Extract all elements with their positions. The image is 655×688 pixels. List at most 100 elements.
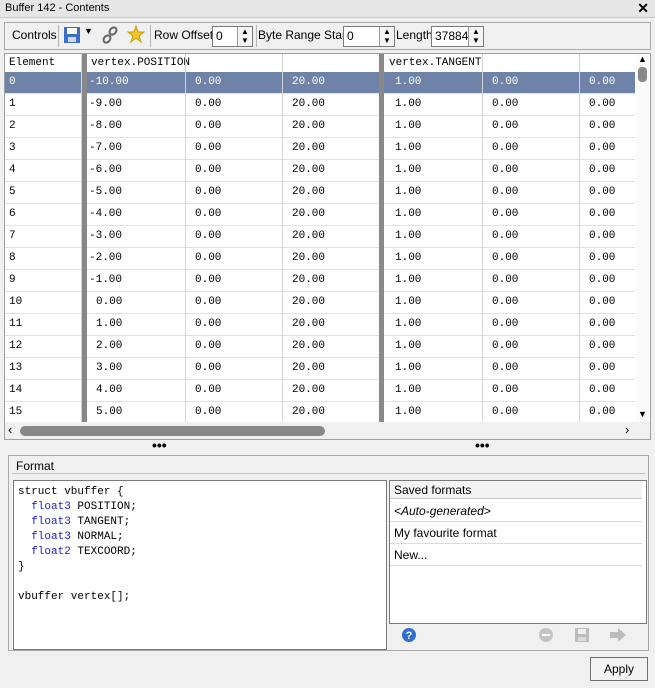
code-field-type: float2 [31,546,71,558]
code-field-type: float3 [31,531,71,543]
table-cell: 0.00 [492,142,519,154]
table-row[interactable]: 3 -7.00 0.00 20.00 1.00 0.00 0.00 [5,138,635,160]
saved-item-new[interactable]: New... [390,544,642,566]
vertical-scrollbar[interactable]: ▲ ▼ [636,54,650,422]
svg-text:?: ? [406,630,413,642]
buffer-grid[interactable]: Element vertex.POSITION vertex.TANGENT 0… [4,53,651,440]
table-cell: 0.00 [589,362,616,374]
table-cell: 1.00 [395,98,422,110]
help-icon[interactable]: ? [401,627,417,646]
length-input[interactable]: 37884 ▲ ▼ [431,26,484,47]
format-title-divider [12,473,645,474]
row-offset-value: 0 [216,29,223,43]
column-header-element[interactable]: Element [9,54,55,72]
saved-item-favourite[interactable]: My favourite format [390,522,642,544]
table-cell: 1.00 [395,296,422,308]
table-cell: 2 [9,120,16,132]
toolbar-separator [150,25,151,47]
byte-range-start-input[interactable]: 0 ▲ ▼ [343,26,395,47]
table-row[interactable]: 1 -9.00 0.00 20.00 1.00 0.00 0.00 [5,94,635,116]
close-icon[interactable]: ✕ [637,0,649,16]
scroll-left-icon[interactable]: ‹ [8,422,12,438]
column-group-divider[interactable] [82,54,87,422]
table-row[interactable]: 14 4.00 0.00 20.00 1.00 0.00 0.00 [5,380,635,402]
table-cell: 1.00 [395,340,422,352]
table-cell: 11 [9,318,23,330]
row-offset-stepper[interactable]: ▲ ▼ [237,27,252,46]
table-row[interactable]: 15 5.00 0.00 20.00 1.00 0.00 0.00 [5,402,635,424]
code-field-line: float3 POSITION; [18,501,137,513]
table-row[interactable]: 0 -10.00 0.00 20.00 1.00 0.00 0.00 [5,72,635,94]
saved-formats-header[interactable]: Saved formats [390,481,642,499]
column-header-position[interactable]: vertex.POSITION [91,54,190,72]
length-stepper[interactable]: ▲ ▼ [468,27,483,46]
table-cell: -8.00 [89,120,123,132]
table-cell: 1.00 [395,406,422,418]
table-cell: -10.00 [89,76,129,88]
saved-item-auto-generated[interactable]: <Auto-generated> [390,500,642,522]
table-cell: 0.00 [589,120,616,132]
table-cell: 10 [9,296,23,308]
forward-icon[interactable] [609,627,627,646]
table-cell: 1.00 [395,76,422,88]
table-cell: 20.00 [292,274,326,286]
table-cell: 0.00 [195,164,222,176]
table-cell: 0.00 [195,318,222,330]
scroll-down-icon[interactable]: ▼ [638,409,647,419]
chevron-up-icon[interactable]: ▲ [472,27,480,36]
table-cell: 0.00 [589,340,616,352]
table-cell: 5 [9,186,16,198]
horizontal-scroll-thumb[interactable] [20,426,325,436]
splitter-grip[interactable]: ••• [475,437,490,453]
table-row[interactable]: 7 -3.00 0.00 20.00 1.00 0.00 0.00 [5,226,635,248]
link-icon[interactable] [101,25,119,48]
save-format-icon[interactable] [574,627,590,646]
row-offset-label: Row Offset [154,28,214,42]
table-cell: 9 [9,274,16,286]
splitter-grip[interactable]: ••• [152,437,167,453]
table-row[interactable]: 6 -4.00 0.00 20.00 1.00 0.00 0.00 [5,204,635,226]
dropdown-arrow-icon[interactable]: ▼ [84,26,93,36]
table-cell: 1.00 [96,318,123,330]
remove-icon[interactable] [538,627,554,646]
table-cell: 0.00 [492,98,519,110]
byte-range-stepper[interactable]: ▲ ▼ [379,27,394,46]
row-offset-input[interactable]: 0 ▲ ▼ [212,26,253,47]
table-cell: 20.00 [292,362,326,374]
table-cell: 15 [9,406,23,418]
chevron-up-icon[interactable]: ▲ [383,27,391,36]
code-field-name: TEXCOORD; [77,546,137,558]
table-row[interactable]: 8 -2.00 0.00 20.00 1.00 0.00 0.00 [5,248,635,270]
table-cell: 13 [9,362,23,374]
chevron-down-icon[interactable]: ▼ [383,36,391,45]
table-row[interactable]: 4 -6.00 0.00 20.00 1.00 0.00 0.00 [5,160,635,182]
apply-button[interactable]: Apply [590,657,648,681]
table-row[interactable]: 9 -1.00 0.00 20.00 1.00 0.00 0.00 [5,270,635,292]
table-row[interactable]: 5 -5.00 0.00 20.00 1.00 0.00 0.00 [5,182,635,204]
table-cell: 1.00 [395,208,422,220]
format-code-editor[interactable]: struct vbuffer { float3 POSITION; float3… [13,480,387,650]
table-cell: 1 [9,98,16,110]
table-cell: 12 [9,340,23,352]
saved-formats-list[interactable]: Saved formats <Auto-generated> My favour… [389,480,647,624]
chevron-down-icon[interactable]: ▼ [472,36,480,45]
chevron-up-icon[interactable]: ▲ [241,27,249,36]
table-row[interactable]: 13 3.00 0.00 20.00 1.00 0.00 0.00 [5,358,635,380]
scroll-right-icon[interactable]: › [625,422,629,438]
code-field-line: float3 TANGENT; [18,516,130,528]
column-header-tangent[interactable]: vertex.TANGENT [389,54,481,72]
scroll-up-icon[interactable]: ▲ [638,54,647,64]
format-title: Format [16,459,55,473]
horizontal-scrollbar[interactable]: ‹ › [5,422,650,439]
star-icon[interactable] [126,24,146,46]
table-cell: 20.00 [292,76,326,88]
chevron-down-icon[interactable]: ▼ [241,36,249,45]
length-value: 37884 [435,29,469,43]
table-row[interactable]: 10 0.00 0.00 20.00 1.00 0.00 0.00 [5,292,635,314]
save-icon[interactable] [63,26,81,47]
table-row[interactable]: 2 -8.00 0.00 20.00 1.00 0.00 0.00 [5,116,635,138]
vertical-scroll-thumb[interactable] [638,67,647,82]
column-group-divider[interactable] [379,54,384,422]
table-row[interactable]: 12 2.00 0.00 20.00 1.00 0.00 0.00 [5,336,635,358]
table-row[interactable]: 11 1.00 0.00 20.00 1.00 0.00 0.00 [5,314,635,336]
